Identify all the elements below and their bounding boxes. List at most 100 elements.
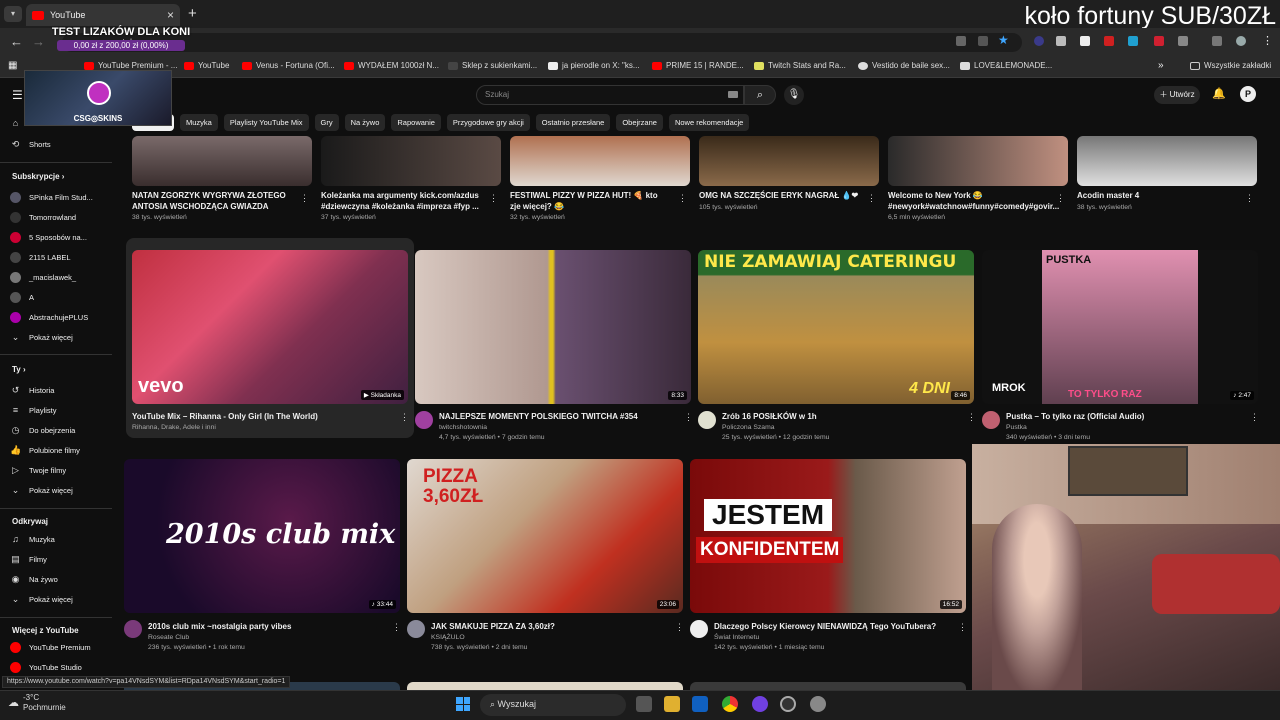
task-view-icon[interactable] — [636, 696, 652, 712]
bookmark-star-icon[interactable]: ★ — [998, 33, 1009, 47]
chip[interactable]: Nowe rekomendacje — [668, 114, 750, 131]
more-icon[interactable]: ⋮ — [684, 412, 693, 423]
bookmark-item[interactable]: Twitch Stats and Ra... — [754, 61, 846, 70]
sidebar-item-subscription[interactable]: Tomorrowland — [10, 212, 76, 223]
tab-menu-icon[interactable] — [1212, 36, 1222, 46]
sidebar-item-subscription[interactable]: 5 Sposobów na... — [10, 232, 87, 243]
kebab-menu-icon[interactable]: ⋮ — [1262, 34, 1273, 47]
profile-avatar[interactable] — [1236, 36, 1246, 46]
bookmark-item[interactable]: WYDAŁEM 1000zł N... — [344, 61, 439, 70]
more-icon[interactable]: ⋮ — [675, 622, 684, 633]
sidebar-item-subscription[interactable]: SPinka Film Stud... — [10, 192, 93, 203]
video-thumbnail[interactable]: PUSTKA TO TYLKO RAZ MROK ♪ 2:47 — [982, 250, 1258, 404]
taskbar-search[interactable]: ⌕ Wyszukaj — [480, 694, 626, 716]
more-icon[interactable]: ⋮ — [300, 193, 309, 204]
search-button[interactable]: ⌕ — [744, 85, 776, 105]
avatar[interactable]: P — [1240, 86, 1256, 102]
create-button[interactable]: ＋ Utwórz — [1154, 86, 1200, 104]
extension-icon[interactable] — [1104, 36, 1114, 46]
channel-avatar[interactable] — [415, 411, 433, 429]
extension-icon[interactable] — [1128, 36, 1138, 46]
more-bookmarks-icon[interactable]: » — [1158, 60, 1164, 71]
chrome-icon[interactable] — [722, 696, 738, 712]
video-thumbnail[interactable] — [690, 682, 966, 690]
video-title[interactable]: Welcome to New York 😂 #newyork#watchnow#… — [888, 190, 1059, 212]
bell-icon[interactable]: 🔔 — [1212, 87, 1226, 100]
menu-icon[interactable]: ☰ — [12, 88, 23, 102]
address-bar[interactable] — [62, 33, 1022, 52]
sidebar-item-movies[interactable]: ▤ Filmy — [10, 554, 47, 565]
show-more-button[interactable]: ⌄ Pokaż więcej — [10, 594, 73, 605]
extension-icon[interactable] — [1080, 36, 1090, 46]
tab-search-button[interactable]: ▾ — [4, 6, 22, 22]
back-icon[interactable]: ← — [10, 34, 23, 49]
sidebar-item-home[interactable]: ⌂ — [10, 118, 21, 129]
more-icon[interactable]: ⋮ — [958, 622, 967, 633]
bookmark-item[interactable]: ja pierodle on X: "ks... — [548, 61, 640, 70]
video-channel[interactable]: Świat Internetu — [714, 633, 759, 643]
zoom-icon[interactable] — [978, 36, 988, 46]
settings-icon[interactable] — [810, 696, 826, 712]
video-thumbnail[interactable] — [1077, 136, 1257, 186]
sidebar-item-shorts[interactable]: ⟲ Shorts — [10, 139, 51, 150]
sidebar-item-subscription[interactable]: A — [10, 292, 34, 303]
video-title[interactable]: JAK SMAKUJE PIZZA ZA 3,60zł? — [431, 621, 661, 632]
windows-start-icon[interactable] — [456, 697, 470, 711]
show-more-button[interactable]: ⌄ Pokaż więcej — [10, 332, 73, 343]
bookmark-item[interactable]: Vestido de baile sex... — [858, 61, 950, 70]
more-icon[interactable]: ⋮ — [489, 193, 498, 204]
more-icon[interactable]: ⋮ — [1250, 412, 1259, 423]
video-channel[interactable]: KSIĄŻULO — [431, 633, 465, 643]
sidebar-item-premium[interactable]: YouTube Premium — [10, 642, 91, 653]
new-tab-button[interactable]: + — [188, 5, 197, 22]
video-thumbnail[interactable] — [407, 682, 683, 690]
extension-icon[interactable] — [1154, 36, 1164, 46]
more-icon[interactable]: ⋮ — [678, 193, 687, 204]
you-header[interactable]: Ty › — [12, 365, 26, 374]
search-input[interactable]: Szukaj — [476, 85, 744, 105]
video-thumbnail[interactable]: NIE ZAMAWIAJ CATERINGU 4 DNI 8:46 — [698, 250, 974, 404]
sidebar-item-your-videos[interactable]: ▷ Twoje filmy — [10, 465, 66, 476]
sidebar-item-watch-later[interactable]: ◷ Do obejrzenia — [10, 425, 76, 436]
mic-icon[interactable]: 🎙 — [784, 85, 804, 105]
video-thumbnail[interactable]: 2010s club mix ♪ 33:44 — [124, 459, 400, 613]
sidebar-item-playlists[interactable]: ≡ Playlisty — [10, 405, 57, 416]
video-title[interactable]: Pustka – To tylko raz (Official Audio) — [1006, 411, 1236, 422]
subscriptions-header[interactable]: Subskrypcje › — [12, 172, 64, 181]
channel-avatar[interactable] — [690, 620, 708, 638]
forward-icon[interactable]: → — [32, 34, 45, 49]
video-title[interactable]: Dlaczego Polscy Kierowcy NIENAWIDZĄ Tego… — [714, 621, 954, 632]
extension-icon[interactable] — [1056, 36, 1066, 46]
puzzle-icon[interactable] — [1178, 36, 1188, 46]
video-channel[interactable]: Policzona Szama — [722, 423, 775, 433]
more-icon[interactable]: ⋮ — [867, 193, 876, 204]
more-icon[interactable]: ⋮ — [967, 412, 976, 423]
sidebar-item-subscription[interactable]: 2115 LABEL — [10, 252, 71, 263]
more-icon[interactable]: ⋮ — [400, 412, 409, 423]
sidebar-item-music[interactable]: ♫ Muzyka — [10, 534, 55, 545]
chip[interactable]: Muzyka — [180, 114, 218, 131]
chip[interactable]: Ostatnio przesłane — [535, 114, 611, 131]
extension-icon[interactable] — [1034, 36, 1044, 46]
chip[interactable]: Przygodowe gry akcji — [446, 114, 530, 131]
video-thumbnail[interactable]: vevo ▶ Składanka — [132, 250, 408, 404]
more-icon[interactable]: ⋮ — [1245, 193, 1254, 204]
channel-avatar[interactable] — [124, 620, 142, 638]
video-title[interactable]: Zrób 16 POSIŁKÓW w 1h — [722, 411, 952, 422]
chip[interactable]: Rapowanie — [391, 114, 441, 131]
browser-tab-youtube[interactable]: YouTube × — [26, 4, 180, 26]
video-title[interactable]: Acodin master 4 — [1077, 190, 1237, 201]
video-thumbnail[interactable] — [132, 136, 312, 186]
bookmark-item[interactable]: Sklep z sukienkami... — [448, 61, 537, 70]
video-title[interactable]: OMG NA SZCZĘŚCIE ERYK NAGRAŁ 💧❤ — [699, 190, 864, 201]
close-icon[interactable]: × — [167, 8, 174, 22]
channel-avatar[interactable] — [698, 411, 716, 429]
video-channel[interactable]: Pustka — [1006, 423, 1027, 433]
weather-widget[interactable]: ☁ -3°C Pochmurnie — [8, 693, 66, 713]
chip[interactable]: Gry — [314, 114, 339, 131]
video-thumbnail[interactable] — [699, 136, 879, 186]
video-title[interactable]: Koleżanka ma argumenty kick.com/azdus #d… — [321, 190, 481, 212]
video-title[interactable]: YouTube Mix – Rihanna - Only Girl (In Th… — [132, 411, 392, 422]
file-explorer-icon[interactable] — [664, 696, 680, 712]
video-thumbnail[interactable]: PIZZA 3,60ZŁ 23:06 — [407, 459, 683, 613]
